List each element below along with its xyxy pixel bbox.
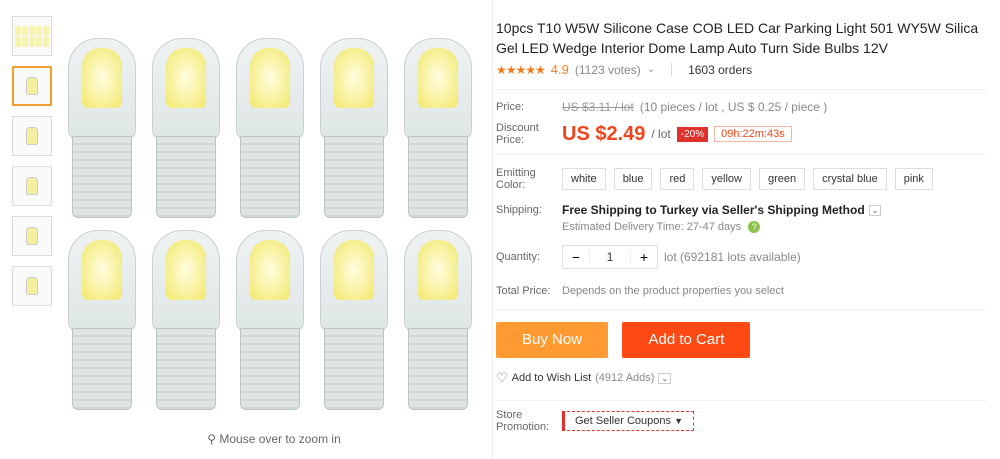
thumbnail-image [26,227,38,245]
product-title: 10pcs T10 W5W Silicone Case COB LED Car … [496,20,979,56]
search-icon: ⚲ [207,432,217,446]
quantity-value[interactable]: 1 [589,250,631,265]
divider [492,0,493,459]
product-details: 10pcs T10 W5W Silicone Case COB LED Car … [496,18,986,433]
thumbnail-image [26,277,38,295]
thumbnail-image [26,77,38,95]
bulb-image [146,230,224,422]
increase-button[interactable]: + [631,246,657,269]
caret-down-icon: ▼ [674,416,683,427]
thumbnail-list [12,16,56,316]
bulb-image [398,230,476,422]
color-option-blue[interactable]: blue [613,168,653,190]
buy-now-button[interactable]: Buy Now [496,322,609,359]
color-row: Emitting Color: white blue red yellow gr… [496,167,986,191]
bulb-image [62,230,140,422]
orders-count: 1603 orders [688,62,753,77]
question-icon[interactable]: ? [748,221,761,234]
price-label: Price: [496,101,525,113]
decrease-button[interactable]: − [563,246,589,269]
main-product-image[interactable]: ⚲ Mouse over to zoom in [62,16,486,446]
color-option-white[interactable]: white [562,168,606,190]
thumbnail-4[interactable] [12,166,52,206]
add-to-wishlist-link[interactable]: Add to Wish List [512,372,591,384]
bulb-image [230,230,308,422]
add-to-cart-button[interactable]: Add to Cart [622,322,751,359]
per-lot: / lot [651,127,671,141]
thumbnail-6[interactable] [12,266,52,306]
shipping-row: Shipping: Free Shipping to Turkey via Se… [496,203,986,217]
thumbnail-image [26,127,38,145]
wishlist-row: ♡ Add to Wish List (4912 Adds) ⌄ [496,370,986,386]
divider [671,62,673,77]
thumbnail-1[interactable] [12,16,52,56]
bulb-image [398,38,476,230]
discount-price: US $2.49 [562,122,646,145]
color-options: white blue red yellow green crystal blue… [562,168,933,190]
old-price: US $3.11 / lot [562,100,634,114]
bulb-image [314,230,392,422]
bulb-image [230,38,308,230]
votes-count[interactable]: (1123 votes) [575,63,641,77]
delivery-time: Estimated Delivery Time: 27-47 days [562,221,742,233]
color-option-red[interactable]: red [660,168,695,190]
quantity-label: Quantity: [496,251,541,264]
lots-available: lot (692181 lots available) [664,250,801,265]
seller-coupons-dropdown[interactable]: Get Seller Coupons ▼ [562,411,694,432]
shipping-method[interactable]: Free Shipping to Turkey via Seller's Shi… [562,203,865,217]
rating-row: ★★★★★ 4.9 (1123 votes) ⌄ 1603 orders [496,62,986,77]
thumbnail-5[interactable] [12,216,52,256]
thumbnail-3[interactable] [12,116,52,156]
per-piece-note: (10 pieces / lot , US $ 0.25 / piece ) [639,100,828,114]
chevron-down-icon[interactable]: ⌄ [658,372,672,384]
bulb-image [146,38,224,230]
countdown-timer: 09h:22m:43s [714,126,792,142]
thumbnail-2[interactable] [12,66,52,106]
chevron-down-icon[interactable]: ⌄ [868,204,882,216]
rating-value: 4.9 [550,62,569,77]
total-label: Total Price: [496,285,551,298]
quantity-row: Quantity: − 1 + lot (692181 lots availab… [496,245,986,270]
zoom-hint-text: Mouse over to zoom in [219,432,341,446]
color-option-crystal-blue[interactable]: crystal blue [813,168,887,190]
bulb-grid [62,38,486,422]
chevron-down-icon[interactable]: ⌄ [647,64,655,75]
thumbnail-image [15,25,49,47]
thumbnail-image [26,177,38,195]
color-label: Emitting Color: [496,167,536,191]
quantity-stepper[interactable]: − 1 + [562,245,658,270]
discount-badge: -20% [676,126,709,142]
delivery-row: Estimated Delivery Time: 27-47 days ? [562,221,986,234]
store-promotion-row: Store Promotion: Get Seller Coupons ▼ [496,400,986,433]
zoom-hint: ⚲ Mouse over to zoom in [62,432,486,446]
discount-label: Discount Price: [496,122,539,146]
total-note: Depends on the product properties you se… [562,285,784,298]
store-promotion-label: Store Promotion: [496,409,550,434]
discount-row: Discount Price: US $2.49 / lot -20% 09h:… [496,122,986,146]
price-row: Price: US $3.11 / lot (10 pieces / lot ,… [496,98,986,116]
bulb-image [62,38,140,230]
price-box: Price: US $3.11 / lot (10 pieces / lot ,… [496,89,986,155]
color-option-pink[interactable]: pink [894,168,933,190]
heart-icon[interactable]: ♡ [496,370,508,386]
wishlist-count: (4912 Adds) [595,372,655,385]
star-rating-icon: ★★★★★ [496,62,546,77]
actions: Buy Now Add to Cart [496,309,986,359]
color-option-yellow[interactable]: yellow [702,168,751,190]
shipping-label: Shipping: [496,204,542,216]
color-option-green[interactable]: green [758,168,806,190]
seller-coupons-label: Get Seller Coupons [575,415,671,428]
total-row: Total Price: Depends on the product prop… [496,285,986,297]
bulb-image [314,38,392,230]
